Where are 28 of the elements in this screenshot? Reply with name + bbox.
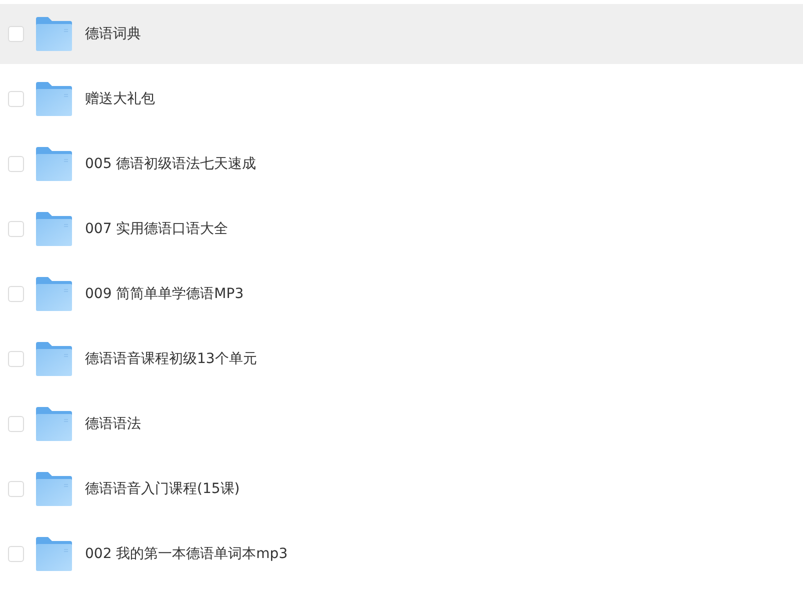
folder-icon: [36, 472, 72, 506]
checkbox[interactable]: [8, 546, 24, 562]
folder-name: 德语语音入门课程(15课): [85, 480, 240, 498]
folder-icon: [36, 537, 72, 571]
folder-name: 009 简简单单学德语MP3: [85, 285, 244, 303]
folder-name: 德语语法: [85, 415, 141, 433]
folder-name: 007 实用德语口语大全: [85, 220, 228, 238]
checkbox[interactable]: [8, 351, 24, 367]
folder-icon: [36, 82, 72, 116]
checkbox[interactable]: [8, 416, 24, 432]
folder-icon: [36, 147, 72, 181]
folder-row[interactable]: 德语词典: [0, 4, 803, 64]
folder-name: 赠送大礼包: [85, 90, 155, 108]
folder-icon: [36, 342, 72, 376]
folder-name: 德语语音课程初级13个单元: [85, 350, 257, 368]
folder-icon: [36, 212, 72, 246]
checkbox[interactable]: [8, 156, 24, 172]
checkbox[interactable]: [8, 286, 24, 302]
folder-icon: [36, 407, 72, 441]
folder-name: 002 我的第一本德语单词本mp3: [85, 545, 288, 563]
folder-icon: [36, 277, 72, 311]
checkbox[interactable]: [8, 221, 24, 237]
folder-icon: [36, 17, 72, 51]
checkbox[interactable]: [8, 91, 24, 107]
checkbox[interactable]: [8, 26, 24, 42]
folder-name: 005 德语初级语法七天速成: [85, 155, 256, 173]
folder-name: 德语词典: [85, 25, 141, 43]
checkbox[interactable]: [8, 481, 24, 497]
